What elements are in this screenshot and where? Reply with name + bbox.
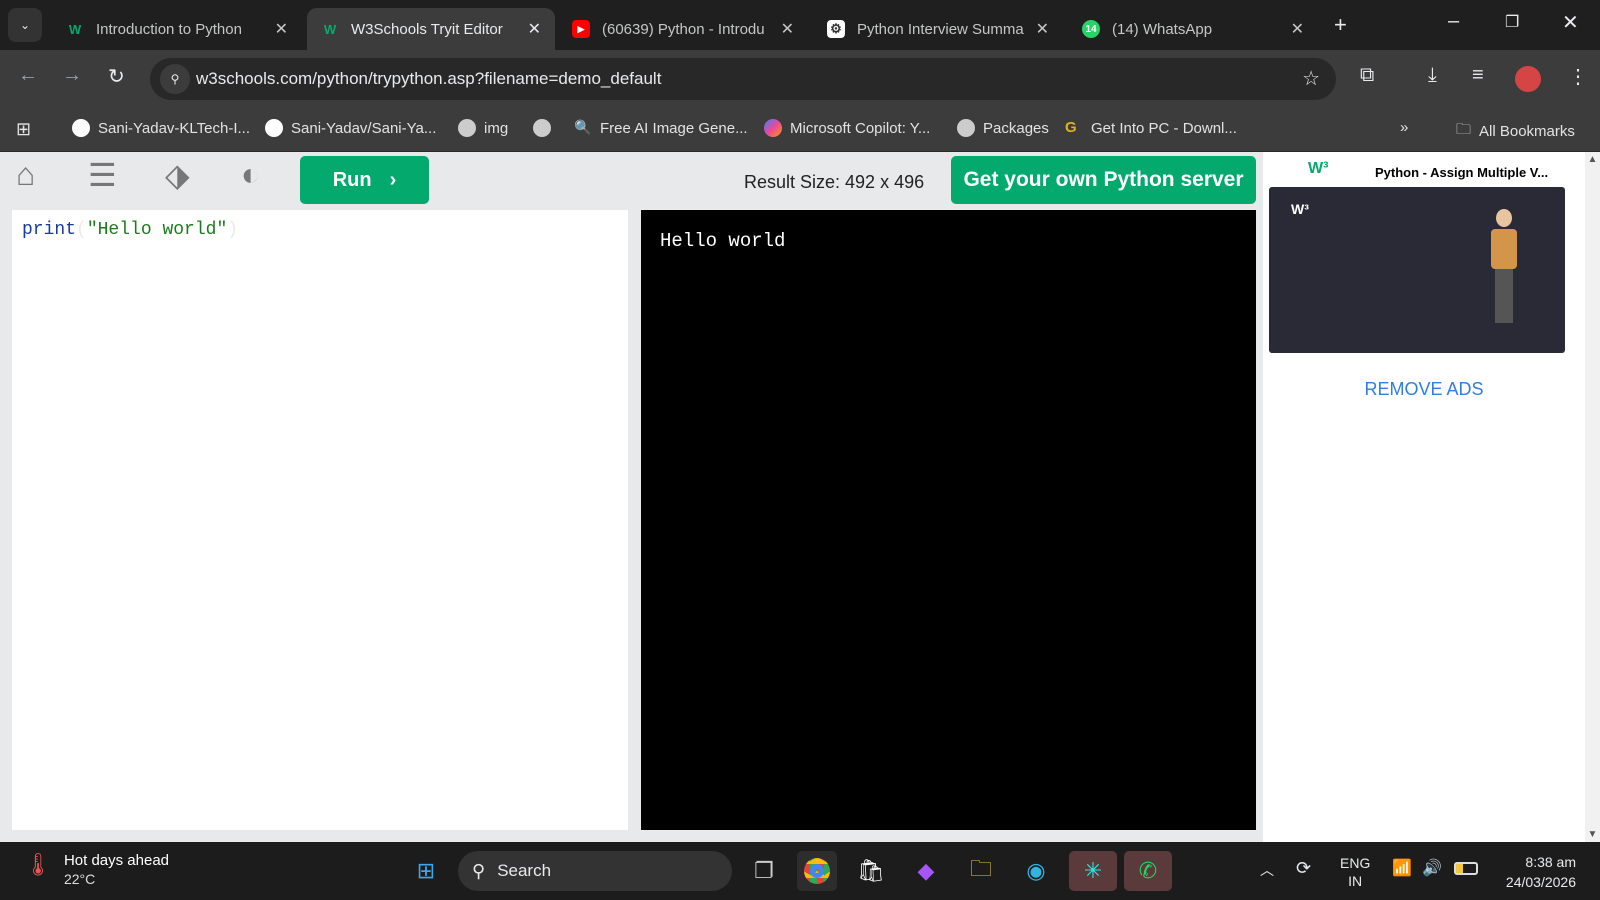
tryit-page: ⌂ ☰ ⬗ ◐ Run › Result Size: 492 x 496 Get … [0, 152, 1585, 842]
copilot-icon [764, 119, 782, 137]
minimize-button[interactable]: – [1448, 10, 1459, 33]
address-bar[interactable]: ⚲ w3schools.com/python/trypython.asp?fil… [150, 58, 1336, 100]
extensions-icon[interactable]: ⧉ [1360, 64, 1374, 87]
youtube-icon: ▶ [572, 20, 590, 38]
globe-icon [533, 119, 551, 137]
address-bar-row: ← → ↻ ⚲ w3schools.com/python/trypython.a… [0, 50, 1600, 107]
bookmark-star-icon[interactable]: ☆ [1302, 66, 1320, 91]
forward-button[interactable]: → [62, 64, 82, 87]
w3schools-icon: W [68, 21, 82, 37]
get-python-server-button[interactable]: Get your own Python server [951, 156, 1256, 204]
bookmark-getintopc[interactable]: G Get Into PC - Downl... [1065, 119, 1237, 137]
tab-whatsapp[interactable]: 14 (14) WhatsApp ✕ [1068, 8, 1318, 50]
home-icon[interactable]: ⌂ [16, 156, 35, 193]
getintopc-icon: G [1065, 119, 1077, 136]
chatgpt-icon: ⚙ [827, 20, 845, 38]
w3schools-logo: W³ [1308, 160, 1329, 177]
result-output: Hello world [641, 210, 1256, 830]
copilot-icon[interactable]: ◆ [906, 851, 946, 891]
tab-search-button[interactable]: ⌄ [8, 8, 42, 42]
all-bookmarks-button[interactable]: 🗀 All Bookmarks [1456, 119, 1575, 144]
download-icon[interactable]: ⤓ [1428, 64, 1437, 87]
bookmark-github-1[interactable]: Sani-Yadav-KLTech-I... [72, 119, 250, 137]
github-icon [72, 119, 90, 137]
close-icon[interactable]: ✕ [275, 19, 288, 39]
app-icon[interactable]: ✳ [1069, 851, 1117, 891]
weather-widget[interactable]: 🌡 Hot days ahead 22°C [24, 852, 169, 887]
chrome-icon[interactable] [797, 851, 837, 891]
menu-icon[interactable]: ☰ [88, 156, 117, 194]
show-hidden-icons[interactable]: ︿ [1260, 860, 1274, 880]
menu-icon[interactable]: ⋮ [1568, 64, 1588, 89]
globe-icon [957, 119, 975, 137]
start-button[interactable]: ⊞ [406, 851, 446, 891]
taskbar: 🌡 Hot days ahead 22°C ⊞ ⚲ Search ❐ 🛍 ◆ 🗀 ◉… [0, 842, 1600, 900]
more-bookmarks-button[interactable]: » [1400, 119, 1408, 136]
task-view-icon[interactable]: ❐ [744, 851, 784, 891]
close-icon[interactable]: ✕ [1036, 19, 1049, 39]
tab-youtube[interactable]: ▶ (60639) Python - Introdu ✕ [558, 8, 808, 50]
whatsapp-icon: 14 [1082, 20, 1100, 38]
clock[interactable]: 8:38 am 24/03/2026 [1496, 852, 1576, 892]
restore-button[interactable]: ❐ [1505, 12, 1519, 32]
volume-icon[interactable]: 🔊 [1422, 858, 1442, 878]
site-info-icon[interactable]: ⚲ [160, 64, 190, 94]
back-button[interactable]: ← [18, 64, 38, 87]
microsoft-store-icon[interactable]: 🛍 [851, 851, 891, 891]
close-window-button[interactable]: ✕ [1562, 10, 1579, 35]
close-icon[interactable]: ✕ [528, 19, 541, 39]
battery-icon[interactable] [1454, 862, 1478, 875]
close-icon[interactable]: ✕ [781, 19, 794, 39]
page-scrollbar[interactable]: ▲ ▼ [1585, 152, 1600, 842]
tab-chatgpt[interactable]: ⚙ Python Interview Summa ✕ [813, 8, 1063, 50]
w3schools-icon: W [323, 21, 337, 37]
tab-introduction-to-python[interactable]: W Introduction to Python ✕ [52, 8, 302, 50]
profile-avatar[interactable] [1515, 66, 1541, 92]
reload-button[interactable]: ↻ [108, 64, 125, 89]
close-icon[interactable]: ✕ [1291, 19, 1304, 39]
bookmark-copilot[interactable]: Microsoft Copilot: Y... [764, 119, 930, 137]
whatsapp-icon[interactable]: ✆ [1124, 851, 1172, 891]
character-illustration [1489, 209, 1519, 327]
folder-icon: 🗀 [1456, 121, 1472, 138]
bookmark-img[interactable]: img [458, 119, 508, 137]
edge-icon[interactable]: ◉ [1016, 851, 1056, 891]
search-icon: 🔍 [574, 119, 592, 135]
wifi-icon[interactable]: 📶 [1392, 858, 1412, 878]
rotate-icon[interactable]: ⬗ [165, 156, 190, 194]
result-size: Result Size: 492 x 496 [744, 172, 925, 192]
new-tab-button[interactable]: + [1334, 12, 1347, 38]
tab-bar: ⌄ W Introduction to Python ✕ W W3Schools … [0, 0, 1600, 50]
globe-icon [458, 119, 476, 137]
file-explorer-icon[interactable]: 🗀 [961, 851, 1001, 891]
bookmark-free-ai-image[interactable]: 🔍 Free AI Image Gene... [574, 119, 748, 137]
w3schools-logo: W³ [1291, 201, 1309, 217]
bookmark-globe[interactable] [533, 119, 559, 137]
apps-icon[interactable]: ⊞ [16, 119, 31, 140]
url-text[interactable]: w3schools.com/python/trypython.asp?filen… [196, 69, 661, 89]
media-icon[interactable]: ≡ [1472, 64, 1484, 87]
code-editor[interactable]: print("Hello world") [12, 210, 628, 830]
sync-icon[interactable]: ⟳ [1296, 858, 1311, 879]
chevron-right-icon: › [389, 168, 397, 191]
thermometer-icon: 🌡 [24, 852, 52, 877]
remove-ads-link[interactable]: REMOVE ADS [1263, 379, 1585, 400]
ad-panel: W³ Python - Assign Multiple V... W³ REMO… [1263, 152, 1585, 842]
bookmark-packages[interactable]: Packages [957, 119, 1049, 137]
taskbar-search[interactable]: ⚲ Search [458, 851, 732, 891]
language-indicator[interactable]: ENG IN [1340, 854, 1370, 890]
ad-video-title[interactable]: Python - Assign Multiple V... [1375, 165, 1548, 180]
search-icon: ⚲ [472, 860, 486, 881]
github-icon [265, 119, 283, 137]
run-button[interactable]: Run › [300, 156, 429, 204]
tab-w3schools-tryit[interactable]: W W3Schools Tryit Editor ✕ [307, 8, 555, 50]
ad-video[interactable]: W³ [1269, 187, 1565, 353]
bookmark-github-2[interactable]: Sani-Yadav/Sani-Ya... [265, 119, 436, 137]
contrast-icon[interactable]: ◐ [241, 156, 260, 193]
bookmarks-bar: ⊞ Sani-Yadav-KLTech-I... Sani-Yadav/Sani… [0, 107, 1600, 152]
